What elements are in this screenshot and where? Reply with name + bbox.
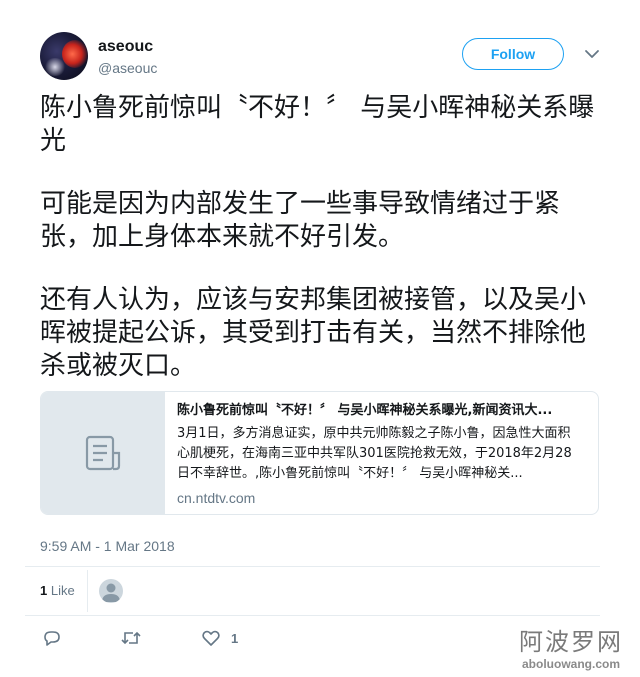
like-button[interactable]: 1 [201,628,238,648]
tweet-paragraph: 陈小鲁死前惊叫〝不好！〞 与吴小晖神秘关系曝光 [40,93,595,156]
tweet-text: 陈小鲁死前惊叫〝不好！〞 与吴小晖神秘关系曝光 可能是因为内部发生了一些事导致情… [40,92,600,413]
heart-icon [202,630,220,646]
avatar-glow [44,58,66,76]
link-title[interactable]: 陈小鲁死前惊叫〝不好！〞 与吴小晖神秘关系曝光,新闻资讯大... [177,402,582,420]
divider [25,566,600,567]
link-domain: cn.ntdtv.com [177,490,256,506]
tweet-paragraph: 可能是因为内部发生了一些事导致情绪过于紧张，加上身体本来就不好引发。 [40,189,561,252]
follow-button[interactable]: Follow [462,38,564,70]
watermark-url: aboluowang.com [521,657,620,671]
link-description: 3月1日，多方消息证实，原中共元帅陈毅之子陈小鲁，因急性大面积心肌梗死，在海南三… [177,426,572,481]
document-icon [85,435,121,471]
link-thumbnail [41,392,165,514]
author-name[interactable]: aseouc [98,38,153,56]
like-label: Like [50,583,75,598]
like-stats[interactable]: 1 Like [40,583,75,598]
retweet-icon [121,631,141,645]
default-user-icon [102,583,120,602]
tweet-card: aseouc @aseouc Follow 陈小鲁死前惊叫〝不好！〞 与吴小晖神… [0,0,640,677]
watermark-text: 阿波罗网 [519,628,623,656]
liker-avatar[interactable] [99,579,123,603]
watermark: 阿波罗网 aboluowang.com [503,628,639,672]
divider [25,615,600,616]
tweet-timestamp[interactable]: 9:59 AM - 1 Mar 2018 [40,538,175,554]
avatar-flare [62,40,88,68]
tweet-paragraph: 还有人认为，应该与安邦集团被接管，以及吴小晖被提起公诉，其受到打击有关，当然不排… [40,285,587,381]
like-count: 1 [40,583,48,598]
author-handle[interactable]: @aseouc [98,60,157,76]
retweet-button[interactable] [120,628,142,648]
author-avatar[interactable] [40,32,88,80]
chevron-down-icon[interactable] [584,46,600,62]
like-action-count: 1 [231,630,239,646]
divider [87,570,88,612]
link-preview-card[interactable]: 陈小鲁死前惊叫〝不好！〞 与吴小晖神秘关系曝光,新闻资讯大... 3月1日，多方… [40,391,599,515]
reply-icon [44,631,60,646]
reply-button[interactable] [42,628,62,648]
